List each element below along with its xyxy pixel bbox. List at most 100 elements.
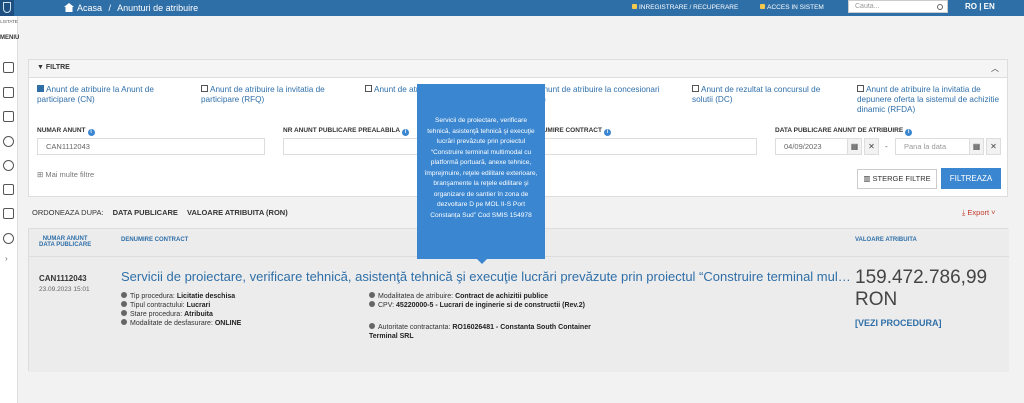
breadcrumb-separator: / — [108, 3, 112, 13]
header-contract[interactable]: DENUMIRE CONTRACT — [121, 237, 188, 243]
more-filters-label: Mai multe filtre — [45, 170, 95, 179]
title-tooltip: Servicii de proiectare, verificare tehni… — [417, 84, 545, 264]
label-nr-prealabila: NR ANUNT PUBLICARE PREALABILA i — [283, 127, 410, 136]
checkbox-rfda[interactable]: Anunt de atribuire la invitatia de depun… — [857, 85, 1007, 115]
value-amount: 159.472.786,99 — [855, 267, 988, 288]
clear-filters-button[interactable]: ▥ STERGE FILTRE — [857, 169, 937, 189]
checkbox-icon[interactable] — [692, 85, 699, 92]
export-button[interactable]: ⤓ Export ˅ — [962, 208, 996, 218]
chat-icon[interactable] — [3, 233, 14, 244]
apply-filters-button[interactable]: FILTREAZA — [941, 168, 1001, 189]
detail-modalitate: Modalitate de desfasurare: ONLINE — [121, 319, 241, 328]
checkbox-label: Anunt de atribuire la concesionari (PC) — [529, 85, 660, 104]
detail-stare: Stare procedura: Atribuita — [121, 310, 213, 319]
cogs-icon — [121, 310, 127, 316]
row-date: 23.09.2023 15:01 — [39, 286, 90, 293]
clear-date-icon[interactable]: ✕ — [986, 138, 1001, 155]
sidebar: LISTATE MENIU › — [0, 16, 19, 403]
order-bar: ORDONEAZA DUPA: DATA PUBLICARE VALOARE A… — [32, 208, 288, 217]
cogs-icon — [121, 292, 127, 298]
awarded-value: 159.472.786,99 RON — [855, 267, 987, 311]
order-option-value[interactable]: VALOARE ATRIBUITA (RON) — [187, 208, 288, 217]
search-placeholder: Cauta... — [855, 3, 880, 10]
checkbox-dc[interactable]: Anunt de rezultat la concursul de soluti… — [692, 85, 832, 105]
checkbox-label: Anunt de rezultat la concursul de soluti… — [692, 85, 821, 104]
search-icon[interactable] — [937, 4, 943, 10]
detail-tip-procedura: Tip procedura: Licitatie deschisa — [121, 292, 235, 301]
building-icon — [369, 323, 375, 329]
detail-tip-contract: Tipul contractului: Lucrari — [121, 301, 210, 310]
checkbox-icon[interactable] — [857, 85, 864, 92]
checkbox-cn[interactable]: Anunt de atribuire la Anunt de participa… — [37, 85, 192, 105]
clear-date-icon[interactable]: ✕ — [864, 138, 879, 155]
numar-anunt-input[interactable]: CAN1112043 — [37, 138, 265, 155]
balance-scale-icon — [369, 292, 375, 298]
info-icon[interactable]: i — [402, 129, 410, 136]
detail-mod-atribuire: Modalitatea de atribuire: Contract de ac… — [369, 292, 548, 301]
row-number: CAN1112043 — [39, 274, 87, 283]
checkbox-checked-icon[interactable] — [37, 85, 44, 92]
clear-filters-label: STERGE FILTRE — [872, 174, 931, 183]
checkbox-icon[interactable] — [365, 85, 372, 92]
logo[interactable] — [0, 0, 14, 16]
cogs-icon — [121, 301, 127, 307]
contract-title-link[interactable]: Servicii de proiectare, verificare tehni… — [121, 269, 851, 284]
value-currency: RON — [855, 289, 898, 310]
language-switch[interactable]: RO | EN — [965, 1, 995, 13]
date-to-input[interactable]: Pana la data — [895, 138, 973, 155]
checkbox-label: Anunt de atribuire la invitatia de parti… — [201, 85, 325, 104]
monitor-icon[interactable] — [3, 208, 14, 219]
user-settings-icon[interactable] — [3, 160, 14, 171]
export-label: Export — [967, 208, 990, 217]
shield-icon — [3, 2, 11, 13]
user-icon — [632, 4, 637, 9]
top-navbar: Acasa / Anunturi de atribuire INREGISTRA… — [0, 0, 1024, 16]
chevron-down-icon: ˅ — [989, 208, 996, 217]
date-separator: - — [885, 142, 888, 151]
list-icon[interactable] — [3, 87, 14, 98]
chevron-up-icon[interactable]: ︿ — [991, 63, 999, 74]
header-value[interactable]: VALOARE ATRIBUITA — [855, 237, 917, 243]
login-link[interactable]: ACCES IN SISTEM — [760, 4, 834, 11]
checkbox-rfq[interactable]: Anunt de atribuire la invitatia de parti… — [201, 85, 341, 105]
checkbox-label: Anunt de atribuire la Anunt de participa… — [37, 85, 154, 104]
label-data-publicare: DATA PUBLICARE ANUNT DE ATRIBUIRE i — [775, 127, 913, 136]
register-link[interactable]: INREGISTRARE / RECUPERARE — [632, 4, 748, 11]
detail-autoritate: Autoritate contractanta: RO16026481 - Co… — [369, 323, 591, 340]
date-from-input[interactable]: 04/09/2023 — [775, 138, 853, 155]
sitemap-icon — [369, 301, 375, 307]
certificate-icon[interactable] — [3, 111, 14, 122]
info-icon[interactable]: i — [87, 129, 95, 136]
home-icon[interactable] — [64, 3, 74, 12]
table-row: CAN1112043 23.09.2023 15:01 Servicii de … — [29, 256, 1009, 372]
chevron-right-icon[interactable]: › — [5, 254, 8, 263]
breadcrumb: Acasa / Anunturi de atribuire — [64, 1, 198, 15]
tooltip-arrow — [477, 259, 487, 264]
calendar-icon[interactable]: ▦ — [969, 138, 984, 155]
menu-label[interactable]: MENIU — [0, 35, 19, 41]
checkbox-icon[interactable] — [201, 85, 208, 92]
tooltip-text: Servicii de proiectare, verificare tehni… — [424, 117, 538, 219]
lock-icon — [760, 4, 766, 9]
filter-header[interactable]: ▼ FILTRE ︿ — [29, 60, 1007, 78]
calendar-icon[interactable]: ▦ — [847, 138, 862, 155]
checkbox-pc[interactable]: Anunt de atribuire la concesionari (PC) — [529, 85, 669, 105]
order-option-date[interactable]: DATA PUBLICARE — [113, 208, 178, 217]
header-numar[interactable]: NUMAR ANUNT DATA PUBLICARE — [39, 236, 91, 248]
filter-title: ▼ FILTRE — [37, 64, 70, 71]
checkbox-label: Anunt de atribuire la invitatia de depun… — [857, 85, 999, 114]
cogs-icon — [121, 319, 127, 325]
breadcrumb-current: Anunturi de atribuire — [117, 3, 199, 13]
document-icon[interactable] — [3, 62, 14, 73]
breadcrumb-home[interactable]: Acasa — [77, 3, 102, 13]
sidebar-label: LISTATE — [0, 19, 18, 24]
search-input[interactable]: Cauta... — [848, 0, 948, 13]
view-procedure-link[interactable]: [VEZI PROCEDURA] — [855, 318, 942, 328]
label-numar-anunt: NUMAR ANUNT i — [37, 127, 95, 136]
info-icon[interactable]: i — [603, 129, 611, 136]
denumire-contract-input[interactable] — [529, 138, 757, 155]
info-icon[interactable]: i — [905, 129, 913, 136]
more-filters-link[interactable]: ⊞ Mai multe filtre — [37, 170, 94, 179]
help-icon[interactable] — [3, 136, 14, 147]
address-card-icon[interactable] — [3, 184, 14, 195]
